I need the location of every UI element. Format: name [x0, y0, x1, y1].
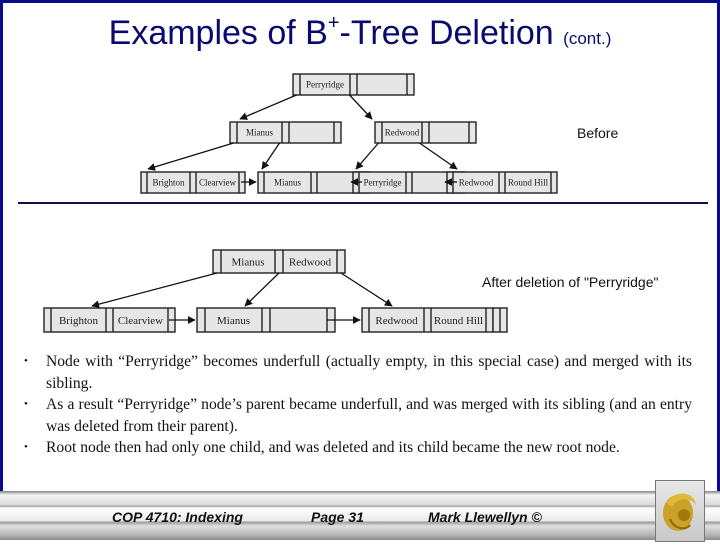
- divider-line: [18, 202, 708, 204]
- pointer-arrow: [91, 272, 218, 308]
- before-root-node: Perryridge: [292, 73, 415, 96]
- node-key: Mianus: [274, 178, 301, 188]
- after-label: After deletion of "Perryridge": [482, 274, 659, 290]
- node-key: Clearview: [199, 178, 236, 188]
- node-key: Perryridge: [364, 178, 402, 188]
- node-key: Redwood: [375, 315, 418, 327]
- ucf-pegasus-logo-icon: [663, 493, 696, 531]
- after-leaf-node: Mianus: [196, 307, 336, 333]
- footer-author: Mark Llewellyn ©: [428, 509, 542, 525]
- bullet-icon: •: [24, 441, 28, 454]
- logo-box: [655, 480, 705, 542]
- footer-page: Page 31: [311, 509, 364, 525]
- bullet-text: Node with “Perryridge” becomes underfull…: [46, 353, 692, 392]
- node-key: Round Hill: [434, 315, 483, 327]
- node-key: Redwood: [385, 128, 420, 138]
- before-internal-node: Mianus: [229, 121, 342, 144]
- node-key: Mianus: [246, 128, 273, 138]
- bullet-list: • Node with “Perryridge” becomes underful…: [24, 351, 692, 459]
- before-label: Before: [577, 125, 619, 141]
- bullet-item: • Node with “Perryridge” becomes underful…: [24, 351, 692, 394]
- bullet-icon: •: [24, 355, 28, 367]
- pointer-arrow: [349, 94, 373, 120]
- pointer-arrow: [340, 272, 393, 307]
- after-leaf-node: Brighton Clearview: [43, 307, 176, 333]
- node-key: Mianus: [232, 256, 265, 268]
- bullet-text: Root node then had only one child, and w…: [46, 439, 620, 457]
- node-key: Round Hill: [508, 178, 549, 188]
- bullet-item: • Root node then had only one child, and …: [24, 437, 692, 459]
- node-key: Clearview: [118, 315, 163, 327]
- bullet-icon: •: [24, 398, 28, 411]
- pointer-arrow: [261, 142, 281, 170]
- before-leaf-node: Redwood Round Hill: [446, 171, 558, 194]
- footer-course: COP 4710: Indexing: [112, 509, 243, 525]
- node-key: Brighton: [59, 315, 99, 327]
- tree-before: Perryridge Mianus Redwood Brighton Clearview…: [140, 73, 558, 194]
- bullet-item: • As a result “Perryridge” node’s parent …: [24, 394, 692, 437]
- node-key: Redwood: [459, 178, 494, 188]
- btree-diagrams: Perryridge Mianus Redwood Brighton Clearview…: [43, 73, 558, 333]
- node-key: Perryridge: [306, 80, 344, 90]
- pointer-arrow: [419, 142, 458, 170]
- node-key: Brighton: [152, 178, 185, 188]
- after-root-node: Mianus Redwood: [212, 249, 346, 274]
- pointer-arrow: [244, 272, 280, 307]
- node-key: Redwood: [289, 256, 332, 268]
- after-leaf-node: Redwood Round Hill: [361, 307, 494, 333]
- tree-after: Mianus Redwood Brighton Clearview Mianus Redw…: [43, 249, 508, 333]
- node-key: Mianus: [217, 315, 250, 327]
- before-internal-node: Redwood: [374, 121, 477, 144]
- before-leaf-node: Brighton Clearview: [140, 171, 246, 194]
- pointer-arrow: [355, 142, 379, 170]
- pointer-arrow: [147, 142, 234, 171]
- bullet-text: As a result “Perryridge” node’s parent b…: [46, 396, 692, 435]
- pointer-arrow: [239, 94, 297, 120]
